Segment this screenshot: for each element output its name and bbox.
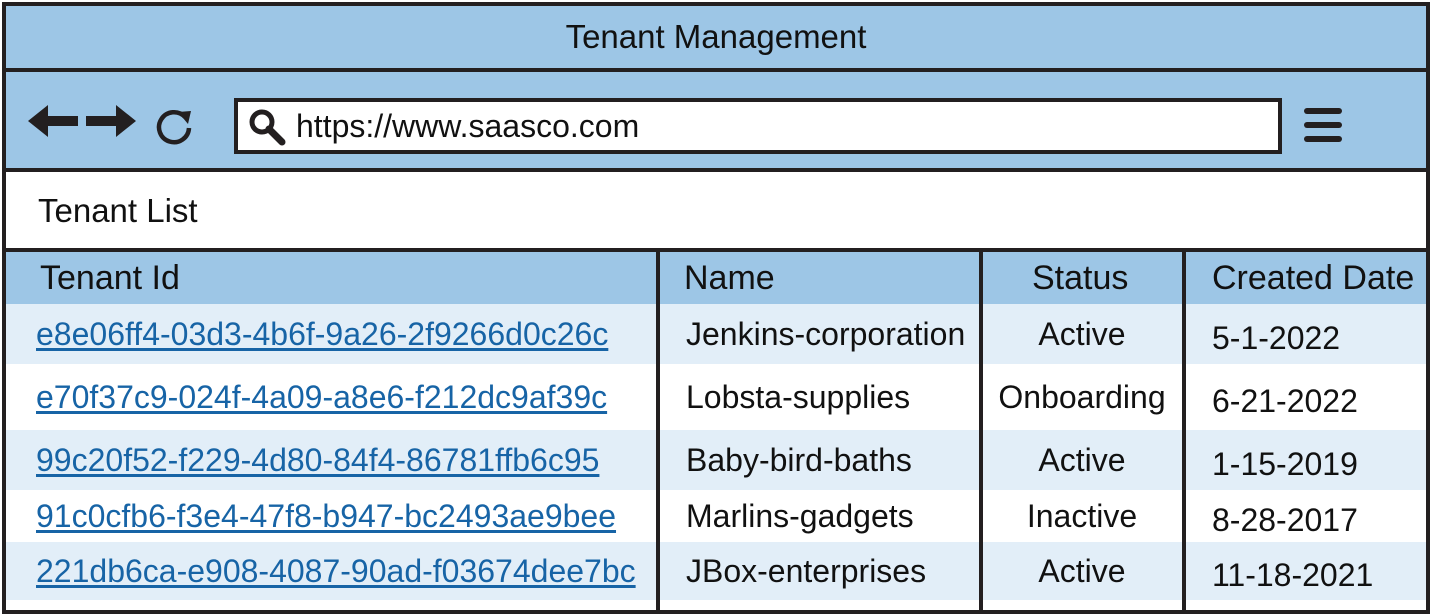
back-arrow-icon[interactable]	[28, 104, 80, 143]
table-row: e70f37c9-024f-4a09-a8e6-f212dc9af39c Lob…	[6, 364, 1426, 430]
tenant-created-date: 5-1-2022	[1212, 319, 1341, 356]
tenant-id-link[interactable]: 99c20f52-f229-4d80-84f4-86781ffb6c95	[36, 442, 599, 479]
browser-toolbar: https://www.saasco.com	[6, 72, 1426, 172]
table-row: 91c0cfb6-f3e4-47f8-b947-bc2493ae9bee Mar…	[6, 490, 1426, 542]
column-header-tenant-id[interactable]: Tenant Id	[40, 252, 180, 304]
table-row: 221db6ca-e908-4087-90ad-f03674dee7bc JBo…	[6, 542, 1426, 600]
column-divider	[979, 252, 983, 610]
column-header-name[interactable]: Name	[684, 252, 775, 304]
tenant-id-link[interactable]: 221db6ca-e908-4087-90ad-f03674dee7bc	[36, 553, 636, 590]
column-header-status[interactable]: Status	[1032, 252, 1128, 304]
window-title: Tenant Management	[565, 18, 867, 55]
column-divider	[1182, 252, 1186, 610]
table-row: e8e06ff4-03d3-4b6f-9a26-2f9266d0c26c Jen…	[6, 304, 1426, 364]
tenant-status: Active	[1038, 552, 1126, 589]
refresh-icon[interactable]	[154, 108, 194, 153]
hamburger-menu-icon[interactable]	[1302, 106, 1346, 151]
tenant-created-date: 8-28-2017	[1212, 501, 1358, 538]
table-row: 99c20f52-f229-4d80-84f4-86781ffb6c95 Bab…	[6, 430, 1426, 490]
tenant-id-link[interactable]: e8e06ff4-03d3-4b6f-9a26-2f9266d0c26c	[36, 316, 608, 353]
tenant-name: Jenkins-corporation	[686, 315, 966, 352]
tenant-name: Marlins-gadgets	[686, 497, 914, 534]
address-bar[interactable]: https://www.saasco.com	[234, 98, 1282, 154]
tenant-id-link[interactable]: 91c0cfb6-f3e4-47f8-b947-bc2493ae9bee	[36, 498, 616, 535]
tenant-name: JBox-enterprises	[686, 552, 927, 589]
column-divider	[656, 252, 660, 610]
search-icon	[248, 108, 286, 151]
tenant-status: Onboarding	[998, 378, 1166, 415]
tenant-status: Active	[1038, 441, 1126, 478]
tenant-status: Active	[1038, 315, 1126, 352]
tenant-created-date: 6-21-2022	[1212, 382, 1358, 419]
column-header-created-date[interactable]: Created Date	[1212, 252, 1414, 304]
tenant-created-date: 1-15-2019	[1212, 445, 1358, 482]
tenant-name: Lobsta-supplies	[686, 378, 911, 415]
browser-window: Tenant Management https://www.saasco.com…	[2, 2, 1430, 614]
tenant-id-link[interactable]: e70f37c9-024f-4a09-a8e6-f212dc9af39c	[36, 379, 607, 416]
table-header-row: Tenant Id Name Status Created Date	[6, 252, 1426, 304]
tenant-created-date: 11-18-2021	[1212, 556, 1374, 593]
url-text[interactable]: https://www.saasco.com	[296, 102, 639, 150]
window-title-bar: Tenant Management	[6, 6, 1426, 72]
forward-arrow-icon[interactable]	[84, 104, 136, 143]
tenant-name: Baby-bird-baths	[686, 441, 912, 478]
tenant-table: Tenant Id Name Status Created Date e8e06…	[6, 252, 1426, 610]
tenant-status: Inactive	[1026, 497, 1138, 534]
page-title: Tenant List	[6, 172, 1426, 252]
